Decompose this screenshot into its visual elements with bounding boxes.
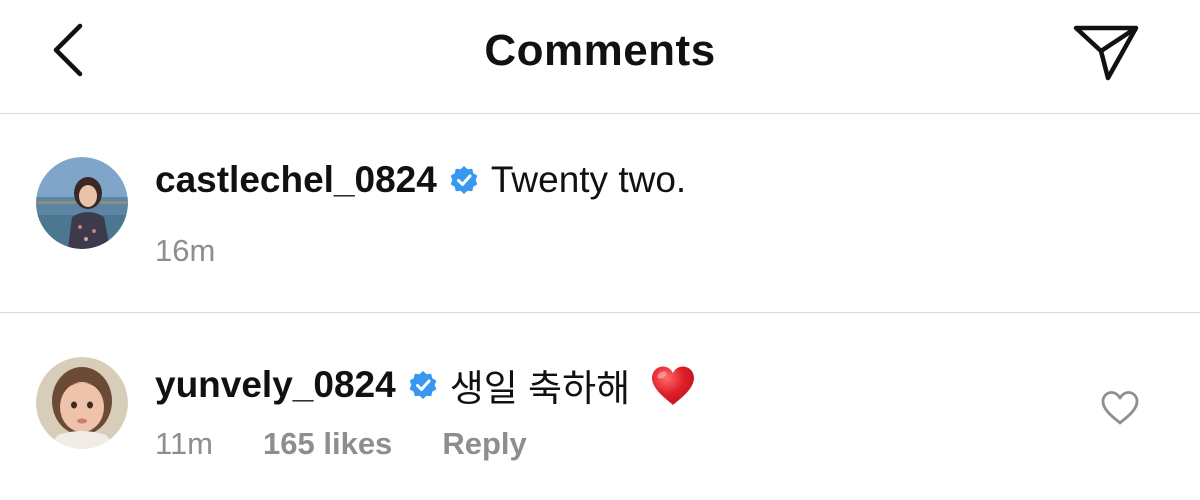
comment-item: castlechel_0824 Twenty two. 16m	[0, 115, 1200, 313]
comment-text: Twenty two.	[490, 159, 687, 200]
comment-meta: 11m 165 likes Reply	[155, 426, 527, 462]
likes-count[interactable]: 165 likes	[263, 426, 392, 462]
verified-badge-icon	[409, 371, 437, 399]
comment-username[interactable]: castlechel_0824	[155, 159, 437, 201]
comment-line: yunvely_0824 생일 축하해	[155, 358, 696, 412]
comment-line: castlechel_0824 Twenty two.	[155, 159, 686, 201]
avatar[interactable]	[36, 157, 128, 249]
comment-timestamp: 16m	[155, 233, 216, 268]
comment-text: 생일 축하해	[449, 368, 631, 409]
comment-item: yunvely_0824 생일 축하해 11m 165 likes Reply	[0, 314, 1200, 500]
verified-badge-icon	[450, 166, 478, 194]
comment-timestamp: 11m	[155, 426, 214, 461]
heart-outline-icon[interactable]	[1100, 390, 1140, 426]
comment-meta: 16m	[155, 233, 215, 269]
avatar[interactable]	[36, 357, 128, 449]
comment-username[interactable]: yunvely_0824	[155, 364, 396, 406]
paper-plane-icon[interactable]	[1072, 20, 1142, 82]
reply-button[interactable]: Reply	[442, 426, 526, 462]
comments-header: Comments	[0, 0, 1200, 114]
page-title: Comments	[484, 26, 716, 75]
red-heart-emoji-icon	[652, 366, 695, 405]
